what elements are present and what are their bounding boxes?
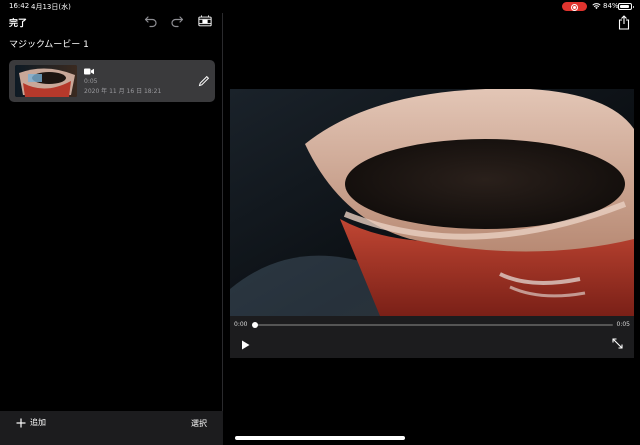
screen-recording-icon[interactable] <box>562 2 587 11</box>
battery-icon <box>618 3 634 10</box>
add-button[interactable]: 追加 <box>16 417 46 428</box>
redo-icon[interactable] <box>170 14 184 28</box>
coffee-dripper-image <box>230 89 634 316</box>
wifi-icon <box>592 3 601 10</box>
pencil-icon[interactable] <box>198 75 210 87</box>
total-time: 0:05 <box>616 321 630 328</box>
project-title: マジックムービー 1 <box>9 40 89 50</box>
share-icon[interactable] <box>618 15 630 30</box>
clip-thumbnail <box>15 65 77 97</box>
done-button[interactable]: 完了 <box>9 16 27 29</box>
undo-icon[interactable] <box>144 14 158 28</box>
battery-percent: 84% <box>603 2 619 10</box>
bottom-bar: 追加 選択 <box>0 411 223 445</box>
scrubber[interactable] <box>252 322 613 328</box>
project-panel: 完了 マジックムービー 1 0:05 2020 年 11 月 16 日 18:2… <box>0 13 223 445</box>
video-preview[interactable] <box>230 89 634 316</box>
status-time: 16:42 <box>9 2 30 10</box>
select-button[interactable]: 選択 <box>191 418 207 429</box>
add-label: 追加 <box>30 418 46 427</box>
current-time: 0:00 <box>234 321 248 328</box>
play-icon[interactable] <box>241 340 250 350</box>
fullscreen-icon[interactable] <box>612 338 623 349</box>
scrubber-thumb[interactable] <box>252 322 258 328</box>
preview-panel: 0:00 0:05 <box>224 13 640 445</box>
clip-duration: 0:05 <box>84 78 98 85</box>
playback-controls: 0:00 0:05 <box>230 316 634 358</box>
status-bar: 16:42 4月13日(水) 84% <box>0 0 640 13</box>
storyboard-icon[interactable] <box>198 14 212 28</box>
plus-icon <box>16 418 26 427</box>
home-indicator[interactable] <box>235 436 405 440</box>
status-date: 4月13日(水) <box>31 3 71 11</box>
video-camera-icon <box>84 68 94 75</box>
clip-card[interactable]: 0:05 2020 年 11 月 16 日 18:21 <box>9 60 215 102</box>
clip-date: 2020 年 11 月 16 日 18:21 <box>84 88 162 95</box>
